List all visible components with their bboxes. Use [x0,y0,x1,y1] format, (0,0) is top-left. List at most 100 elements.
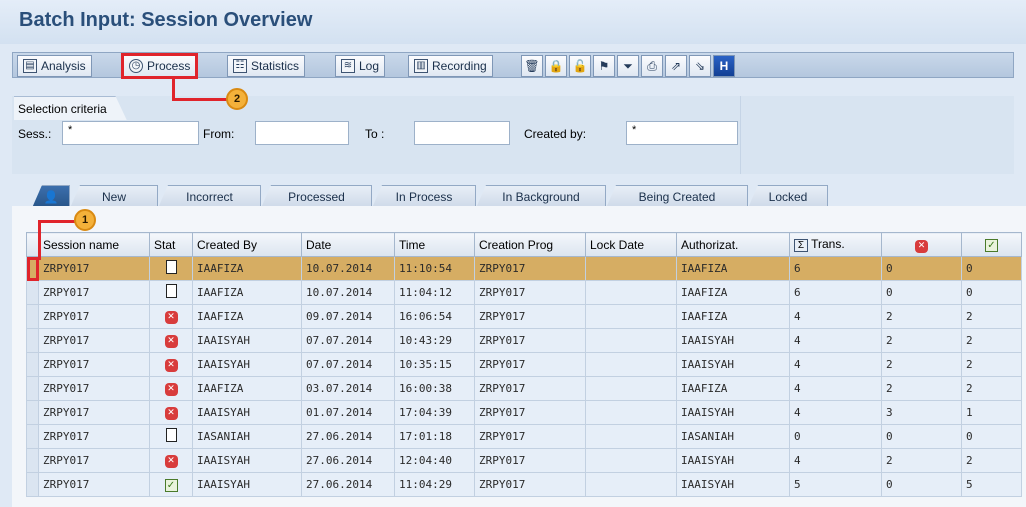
col-transactions[interactable]: Σ Trans. [789,232,882,257]
col-session-name[interactable]: Session name [38,232,150,257]
cell-errors: 2 [881,304,962,329]
tab-locked[interactable]: Locked [748,185,828,208]
table-row[interactable]: ZRPY017 IAAFIZA 10.07.2014 11:04:12 ZRPY017 I… [26,280,1022,305]
import-icon[interactable]: ⇘ [689,55,711,77]
cell-authorization: IAAISYAH [676,472,790,497]
cell-transactions: 4 [789,448,882,473]
table-row[interactable]: ZRPY017 ✕ IAAISYAH 07.07.2014 10:43:29 ZRPY01… [26,328,1022,353]
selection-criteria-tab[interactable]: Selection criteria [14,96,127,120]
cell-stat [149,256,193,281]
info-icon[interactable]: H [713,55,735,77]
table-row[interactable]: ZRPY017 IASANIAH 27.06.2014 17:01:18 ZRPY017… [26,424,1022,449]
cell-lock-date [585,256,677,281]
from-date-input[interactable] [255,121,349,145]
log-button[interactable]: ≋ Log [335,55,386,77]
tab-in-background[interactable]: In Background [476,185,606,208]
tab-processed[interactable]: Processed [261,185,372,208]
process-button[interactable]: ◷ Process [120,53,199,79]
recording-label: Recording [432,59,487,73]
tab-new[interactable]: New [70,185,158,208]
cell-date: 10.07.2014 [301,256,395,281]
cell-created-by: IAAFIZA [192,376,302,401]
unlock-icon[interactable]: 🔓 [569,55,591,77]
delete-icon[interactable]: 🗑 [521,55,543,77]
table-row[interactable]: ZRPY017 ✕ IAAFIZA 03.07.2014 16:00:38 ZRPY017… [26,376,1022,401]
sum-icon: Σ [794,239,808,252]
cell-processed: 2 [961,328,1022,353]
row-selector[interactable] [26,376,39,401]
row-selector[interactable] [26,256,39,281]
col-lock-date[interactable]: Lock Date [585,232,677,257]
table-row[interactable]: ZRPY017 ✓ IAAISYAH 27.06.2014 11:04:29 ZRPY01… [26,472,1022,497]
recording-button[interactable]: ▥ Recording [408,55,493,77]
row-selector[interactable] [26,328,39,353]
session-label: Sess.: [18,127,52,141]
to-date-input[interactable] [414,121,510,145]
cell-created-by: IAAISYAH [192,472,302,497]
error-status-icon: ✕ [164,311,178,324]
cell-processed: 0 [961,256,1022,281]
row-selector[interactable] [26,448,39,473]
col-created-by[interactable]: Created By [192,232,302,257]
cell-date: 27.06.2014 [301,472,395,497]
col-processed[interactable]: ✓ [961,232,1022,257]
col-errors[interactable]: ✕ [881,232,962,257]
cell-lock-date [585,376,677,401]
col-creation-prog[interactable]: Creation Prog [474,232,586,257]
row-selector[interactable] [26,280,39,305]
cell-session-name: ZRPY017 [38,376,150,401]
tab-in-process[interactable]: In Process [372,185,476,208]
tab-being-created[interactable]: Being Created [606,185,748,208]
row-selector[interactable] [26,400,39,425]
cell-session-name: ZRPY017 [38,304,150,329]
table-row[interactable]: ZRPY017 ✕ IAAISYAH 27.06.2014 12:04:40 ZRPY01… [26,448,1022,473]
col-time[interactable]: Time [394,232,475,257]
cell-processed: 2 [961,376,1022,401]
cell-creation-prog: ZRPY017 [474,352,586,377]
cell-created-by: IAAFIZA [192,304,302,329]
row-selector[interactable] [26,472,39,497]
cell-lock-date [585,280,677,305]
log-label: Log [359,59,380,73]
cell-stat: ✕ [149,352,193,377]
export-icon[interactable]: ⇗ [665,55,687,77]
recording-icon: ▥ [414,59,428,73]
col-authorization[interactable]: Authorizat. [676,232,790,257]
table-row[interactable]: ZRPY017 ✕ IAAISYAH 01.07.2014 17:04:39 ZRPY01… [26,400,1022,425]
row-selector[interactable] [26,424,39,449]
cell-session-name: ZRPY017 [38,352,150,377]
selection-panel: Selection criteria Sess.: * From: To : C… [12,96,1014,174]
select-all-header[interactable] [26,232,39,257]
table-row[interactable]: ZRPY017 ✕ IAAFIZA 09.07.2014 16:06:54 ZRPY017… [26,304,1022,329]
statistics-button[interactable]: ☷ Statistics [227,55,306,77]
tab-incorrect[interactable]: Incorrect [158,185,261,208]
cell-lock-date [585,424,677,449]
cell-created-by: IAAFIZA [192,256,302,281]
tab-all[interactable]: 👤 [32,185,70,208]
to-label: To : [365,127,385,141]
lock-icon[interactable]: 🔒 [545,55,567,77]
cell-time: 11:04:29 [394,472,475,497]
cell-processed: 0 [961,424,1022,449]
flag-icon[interactable]: ⚑ [593,55,615,77]
callout-1-line [38,220,41,260]
print-icon[interactable]: ⎙ [641,55,663,77]
row-selector[interactable] [26,304,39,329]
cell-transactions: 4 [789,400,882,425]
col-stat[interactable]: Stat [149,232,193,257]
row-selector[interactable] [26,352,39,377]
table-row[interactable]: ZRPY017 ✕ IAAISYAH 07.07.2014 10:35:15 ZRPY01… [26,352,1022,377]
cell-stat [149,424,193,449]
title-bar: Batch Input: Session Overview [0,0,1026,44]
col-date[interactable]: Date [301,232,395,257]
cell-errors: 2 [881,328,962,353]
table-row[interactable]: ZRPY017 IAAFIZA 10.07.2014 11:10:54 ZRPY017 I… [26,256,1022,281]
filter-icon[interactable]: ⏷ [617,55,639,77]
cell-stat: ✕ [149,400,193,425]
session-table: Session name Stat Created By Date Time C… [26,232,1022,497]
analysis-button[interactable]: ▤ Analysis [17,55,92,77]
created-by-input[interactable]: * [626,121,738,145]
callout-2: 2 [226,88,248,110]
statistics-label: Statistics [251,59,300,73]
session-input[interactable]: * [62,121,199,145]
